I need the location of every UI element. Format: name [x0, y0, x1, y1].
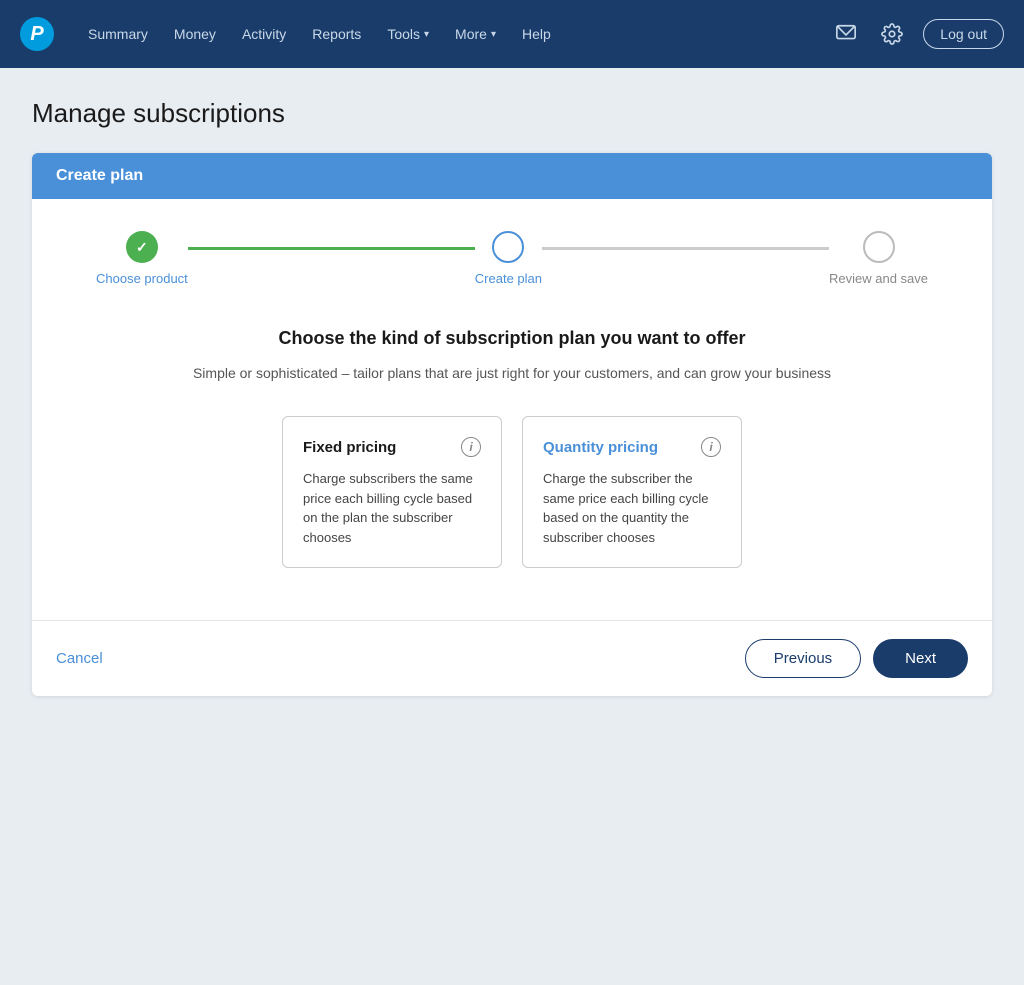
fixed-pricing-info-icon[interactable]: i — [461, 437, 481, 457]
card-header: Create plan — [32, 153, 992, 199]
fixed-pricing-title: Fixed pricing — [303, 439, 396, 456]
quantity-pricing-header: Quantity pricing i — [543, 437, 721, 457]
card-body: ✓ Choose product Create plan Review and … — [32, 199, 992, 620]
section-heading: Choose the kind of subscription plan you… — [56, 326, 968, 351]
section-subtext: Simple or sophisticated – tailor plans t… — [56, 363, 968, 384]
footer-right: Previous Next — [745, 639, 968, 678]
step-create-plan: Create plan — [475, 231, 542, 286]
settings-icon-button[interactable] — [877, 19, 907, 49]
logout-button[interactable]: Log out — [923, 19, 1004, 49]
fixed-pricing-header: Fixed pricing i — [303, 437, 481, 457]
stepper: ✓ Choose product Create plan Review and … — [56, 231, 968, 286]
nav-right: Log out — [831, 19, 1004, 49]
nav-help[interactable]: Help — [512, 20, 561, 48]
create-plan-card: Create plan ✓ Choose product Create plan — [32, 153, 992, 696]
logo-letter: P — [30, 23, 43, 46]
pricing-options: Fixed pricing i Charge subscribers the s… — [56, 416, 968, 568]
step-choose-product: ✓ Choose product — [96, 231, 188, 286]
nav-money[interactable]: Money — [164, 20, 226, 48]
quantity-pricing-title: Quantity pricing — [543, 439, 658, 456]
page-content: Manage subscriptions Create plan ✓ Choos… — [12, 68, 1012, 716]
card-header-title: Create plan — [56, 167, 143, 184]
step-connector-2 — [542, 247, 829, 250]
step-circle-3 — [863, 231, 895, 263]
previous-button[interactable]: Previous — [745, 639, 861, 678]
nav-tools[interactable]: Tools▾ — [377, 20, 439, 48]
message-icon-button[interactable] — [831, 19, 861, 49]
step-review-save: Review and save — [829, 231, 928, 286]
step-label-3: Review and save — [829, 271, 928, 286]
card-footer: Cancel Previous Next — [32, 620, 992, 696]
navbar: P Summary Money Activity Reports Tools▾ … — [0, 0, 1024, 68]
chevron-down-icon: ▾ — [424, 29, 429, 40]
chevron-down-icon: ▾ — [491, 29, 496, 40]
nav-more[interactable]: More▾ — [445, 20, 506, 48]
fixed-pricing-desc: Charge subscribers the same price each b… — [303, 469, 481, 547]
quantity-pricing-card[interactable]: Quantity pricing i Charge the subscriber… — [522, 416, 742, 568]
step-label-2: Create plan — [475, 271, 542, 286]
fixed-pricing-card[interactable]: Fixed pricing i Charge subscribers the s… — [282, 416, 502, 568]
quantity-pricing-desc: Charge the subscriber the same price eac… — [543, 469, 721, 547]
page-title: Manage subscriptions — [32, 98, 992, 129]
step-connector-1 — [188, 247, 475, 250]
nav-reports[interactable]: Reports — [302, 20, 371, 48]
nav-activity[interactable]: Activity — [232, 20, 296, 48]
cancel-button[interactable]: Cancel — [56, 650, 103, 667]
step-circle-1: ✓ — [126, 231, 158, 263]
step-label-1: Choose product — [96, 271, 188, 286]
nav-links: Summary Money Activity Reports Tools▾ Mo… — [78, 20, 831, 48]
next-button[interactable]: Next — [873, 639, 968, 678]
step-circle-2 — [492, 231, 524, 263]
quantity-pricing-info-icon[interactable]: i — [701, 437, 721, 457]
paypal-logo: P — [20, 17, 54, 51]
nav-summary[interactable]: Summary — [78, 20, 158, 48]
